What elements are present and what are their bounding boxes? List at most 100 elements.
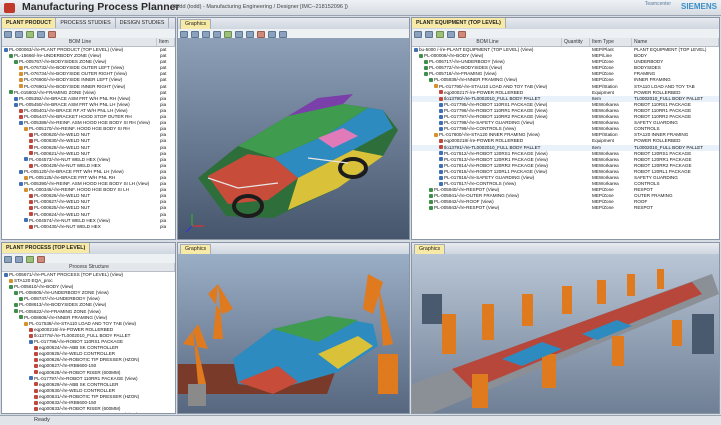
bom-line-text: PL-000628/-/re-WELD NUT <box>34 144 91 150</box>
section-icon[interactable] <box>235 31 243 38</box>
node-icon <box>14 59 18 64</box>
line-3d-view[interactable] <box>412 254 719 413</box>
graphics-panel-bottom-mid[interactable]: Graphics <box>177 242 410 414</box>
bom-line-text: tlo13791/-/re-TL0002010_FULL BODY PALLET <box>444 144 541 150</box>
node-icon <box>9 284 13 289</box>
col-name[interactable]: Name <box>632 38 719 46</box>
tree-row[interactable]: PL-005943/-/re-RESPOT (View) MEP/Zone RESP… <box>412 205 719 211</box>
plant-product-tree[interactable]: PL-000063/-/re-PLANT PRODUCT (TOP LEVEL)… <box>2 47 175 239</box>
node-icon <box>14 309 18 314</box>
bom-line-text: PL-017815/-/re-ROBOT 120RL1 PACKAGE (Vie… <box>444 168 548 174</box>
fit-icon[interactable] <box>213 31 221 38</box>
shade-icon[interactable] <box>279 31 287 38</box>
graphics-panel-bottom-right[interactable]: Graphics <box>411 242 720 414</box>
equipment-table-header: BOM Line Quantity Item Type Name <box>412 38 719 47</box>
tab-plant-product[interactable]: PLANT PRODUCT <box>2 18 57 28</box>
snapshot-icon[interactable] <box>257 31 265 38</box>
bom-line-text: PL-005401/-/re-BRACE RF AT W/H PNL LH (V… <box>24 107 128 113</box>
process-line-text: eqp00627/-/re-IRB6600-150 <box>39 363 97 369</box>
bom-line-text: PL-005125/-/re-BRACE FRT W/H PNL RH <box>29 174 116 180</box>
bom-line-text: PL-076732/-/re-BODYSIDE OUTER LEFT (View… <box>24 65 124 71</box>
filter-icon[interactable] <box>37 31 45 38</box>
node-icon <box>29 139 33 144</box>
zoom-icon[interactable] <box>202 31 210 38</box>
measure-icon[interactable] <box>246 31 254 38</box>
node-icon <box>439 145 443 150</box>
bom-line-text: PL-005942/-/re-ROOF (View) <box>434 199 494 205</box>
plant-equipment-tree[interactable]: bu-5000 /-/re-PLANT EQUIPMENT (TOP LEVEL… <box>412 47 719 239</box>
bom-line-text: PL-000626/-/re-WELD NUT <box>34 193 91 199</box>
node-icon <box>34 382 38 387</box>
rotate-icon[interactable] <box>180 31 188 38</box>
process-line-text: eqp00633/-/re-ROBOT RISER (600MM) <box>39 406 121 412</box>
filter-icon[interactable] <box>447 31 455 38</box>
node-icon <box>439 169 443 174</box>
expand-icon[interactable] <box>4 256 12 263</box>
bom-line-text: eqp000218/-/re-POWER ROLLERBED <box>444 138 524 144</box>
node-icon <box>19 84 23 89</box>
close-icon[interactable] <box>48 31 56 38</box>
tab-plant-equipment[interactable]: PLANT EQUIPMENT (TOP LEVEL) <box>412 18 506 28</box>
node-icon <box>29 333 33 338</box>
tab-design-studies[interactable]: DESIGN STUDIES <box>116 18 170 28</box>
node-icon <box>34 394 38 399</box>
plant-process-tree[interactable]: PL-005671/-/re-PLANT PROCESS (TOP LEVEL)… <box>2 272 175 413</box>
node-icon <box>19 181 23 186</box>
node-icon <box>4 272 8 277</box>
tab-plant-process[interactable]: PLANT PROCESS (TOP LEVEL) <box>2 243 91 253</box>
col-process-structure[interactable]: Process Structure <box>2 263 175 271</box>
view-icon[interactable] <box>224 31 232 38</box>
pan-icon[interactable] <box>191 31 199 38</box>
node-icon <box>9 278 13 283</box>
col-bom-line[interactable]: BOM Line <box>412 38 562 46</box>
bom-line-text: PL-017795/-/re-ROBOT 110RS1 PACKAGE (Vie… <box>444 101 548 107</box>
app-subtitle: (todd (todd) - Manufacturing Engineering… <box>173 4 348 10</box>
node-icon <box>24 218 28 223</box>
expand-icon[interactable] <box>4 31 12 38</box>
tab-process-studies[interactable]: PROCESS STUDIES <box>56 18 116 28</box>
process-line-text: tlo13778/-/re-TL0002010_FULL BODY PALLET <box>34 332 131 338</box>
node-icon <box>424 66 428 71</box>
node-icon <box>439 151 443 156</box>
col-quantity[interactable]: Quantity <box>562 38 590 46</box>
display-icon[interactable] <box>268 31 276 38</box>
bom-line-text: PL-017812/-/re-ROBOT 120RS1 PACKAGE (Vie… <box>444 150 548 156</box>
collapse-icon[interactable] <box>425 31 433 38</box>
refresh-icon[interactable] <box>26 256 34 263</box>
refresh-icon[interactable] <box>26 31 34 38</box>
node-icon <box>29 327 33 332</box>
process-line-text: eqp00628/-/re-ROBOT RISER (600MM) <box>39 369 121 375</box>
bom-line-text: eqp000217/-/re-POWER ROLLERBED <box>444 89 524 95</box>
car-body-3d-view[interactable] <box>178 38 409 239</box>
node-icon <box>34 388 38 393</box>
col-item[interactable]: Item <box>157 38 175 46</box>
graphics-panel-top[interactable]: Graphics <box>177 17 410 240</box>
refresh-icon[interactable] <box>436 31 444 38</box>
item-type-cell: MEP/Zone <box>592 205 614 211</box>
process-line-text: eqp000216/-/re-POWER ROLLERBED <box>34 326 114 332</box>
bom-line-text: PL-005392/-/re-BRACE ASM FRT W/H PNL RH … <box>19 95 131 101</box>
process-line-text: PL-017798/-/re-ROBOT 110RR2 PACKAGE (Vie… <box>34 412 138 413</box>
node-icon <box>19 108 23 113</box>
tree-row[interactable]: PL-017798/-/re-ROBOT 110RR2 PACKAGE (Vie… <box>2 412 175 413</box>
node-icon <box>29 133 33 138</box>
bom-line-text: PL-000621/-/re-WELD NUT <box>34 150 91 156</box>
col-item-type[interactable]: Item Type <box>590 38 632 46</box>
expand-icon[interactable] <box>414 31 422 38</box>
collapse-icon[interactable] <box>15 31 23 38</box>
node-icon <box>439 108 443 113</box>
node-icon <box>34 370 38 375</box>
close-icon[interactable] <box>458 31 466 38</box>
node-icon <box>439 157 443 162</box>
bom-line-text: PL-000625/-/re-WELD NUT <box>34 205 91 211</box>
node-icon <box>439 175 443 180</box>
node-icon <box>29 206 33 211</box>
node-icon <box>429 194 433 199</box>
col-bom-line[interactable]: BOM Line <box>2 38 157 46</box>
close-icon[interactable] <box>37 256 45 263</box>
station-3d-view[interactable] <box>178 254 409 413</box>
tree-row[interactable]: PL-000430/-/re-NUT WELD HEX pia <box>2 224 175 230</box>
node-icon <box>14 291 18 296</box>
collapse-icon[interactable] <box>15 256 23 263</box>
process-line-text: PL-017538/-/re-STA110 LOAD AND TOY TAB (… <box>29 320 137 326</box>
